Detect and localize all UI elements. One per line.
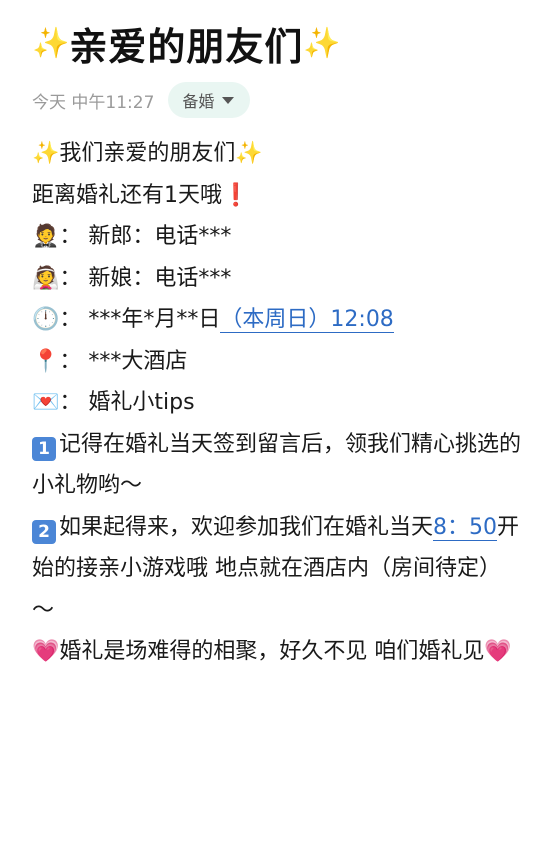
note-body[interactable]: ✨我们亲爱的朋友们✨ 距离婚礼还有1天哦❗ 🤵： 新郎：电话*** 👰： 新娘：… [32, 133, 522, 673]
countdown-line: 距离婚礼还有1天哦❗ [32, 175, 522, 217]
sparkles-icon: ✨ [32, 141, 60, 166]
groom-icon: 🤵 [32, 224, 60, 249]
date-text: ： ***年*月**日 [59, 307, 221, 332]
note-title-row: ✨ 亲爱的朋友们 ✨ [32, 16, 341, 71]
number-two-badge-icon: 2 [32, 519, 56, 544]
date-line: 🕛： ***年*月**日（本周日）12:08 [32, 299, 522, 341]
tip-1: 1 记得在婚礼当天签到留言后，领我们精心挑选的小礼物哟～ [32, 424, 522, 507]
number-one-badge-icon: 1 [32, 436, 56, 461]
tips-heading-line: 💌： 婚礼小tips [32, 382, 522, 424]
exclamation-icon: ❗ [222, 182, 250, 208]
bride-text: ： 新娘：电话*** [59, 265, 232, 291]
bride-icon: 👰 [32, 265, 60, 291]
tip-2-text-a: 如果起得来，欢迎参加我们在婚礼当天 [59, 514, 434, 540]
greeting-text: 我们亲爱的朋友们 [59, 141, 236, 166]
pink-heart-icon: 💗 [32, 639, 60, 664]
sparkles-icon: ✨ [32, 25, 70, 61]
note-meta: 今天 中午11:27 备婚 [32, 82, 251, 118]
category-tag-label: 备婚 [182, 92, 215, 111]
countdown-text: 距离婚礼还有1天哦 [32, 182, 222, 208]
note-timestamp: 今天 中午11:27 [32, 92, 155, 113]
sparkles-icon: ✨ [235, 141, 263, 166]
sparkles-icon: ✨ [303, 25, 341, 61]
category-tag-dropdown[interactable]: 备婚 [168, 82, 251, 118]
love-letter-icon: 💌 [32, 390, 60, 415]
caret-down-icon [222, 96, 235, 104]
closing-line: 💗婚礼是场难得的相聚，好久不见 咱们婚礼见💗 [32, 631, 522, 673]
note-title[interactable]: 亲爱的朋友们 [69, 16, 303, 71]
groom-text: ： 新郎：电话*** [59, 224, 232, 249]
tips-heading-text: ： 婚礼小tips [59, 390, 195, 415]
note-page: ✨ 亲爱的朋友们 ✨ 今天 中午11:27 备婚 ✨我们亲爱的朋友们✨ 距离婚礼… [0, 0, 546, 860]
clock-icon: 🕛 [32, 307, 60, 332]
tip-1-text: 记得在婚礼当天签到留言后，领我们精心挑选的小礼物哟～ [32, 431, 522, 499]
pin-icon: 📍 [32, 348, 60, 374]
closing-text: 婚礼是场难得的相聚，好久不见 咱们婚礼见 [59, 639, 485, 664]
tip-2: 2 如果起得来，欢迎参加我们在婚礼当天8：50开始的接亲小游戏哦 地点就在酒店内（… [32, 507, 522, 632]
groom-line: 🤵： 新郎：电话*** [32, 216, 522, 258]
location-text: ： ***大酒店 [59, 348, 188, 374]
time-link[interactable]: 8：50 [433, 514, 498, 541]
greeting-line: ✨我们亲爱的朋友们✨ [32, 133, 522, 175]
pink-heart-icon: 💗 [484, 639, 512, 664]
date-link[interactable]: （本周日）12:08 [220, 307, 394, 333]
location-line: 📍： ***大酒店 [32, 341, 522, 383]
bride-line: 👰： 新娘：电话*** [32, 258, 522, 300]
